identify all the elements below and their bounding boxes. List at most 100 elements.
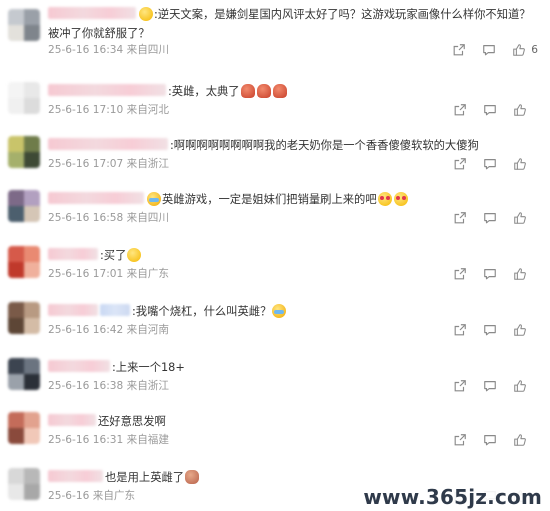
share-icon[interactable]	[451, 42, 467, 58]
username[interactable]	[48, 7, 136, 19]
brown-bag-emoji-icon	[185, 470, 200, 484]
username[interactable]	[48, 470, 103, 482]
share-icon[interactable]	[452, 102, 468, 118]
comment-text: 英雌游戏，一定是姐妹们把销量刷上来的吧	[48, 190, 536, 209]
comment-actions	[438, 210, 538, 226]
avatar[interactable]	[8, 136, 40, 168]
comment-actions	[438, 102, 538, 118]
comment-body: 还好意思发啊	[98, 415, 166, 428]
comment-actions	[438, 156, 538, 172]
comment-actions	[438, 432, 538, 448]
avatar[interactable]	[8, 9, 40, 41]
comment-icon[interactable]	[482, 210, 498, 226]
comment-item: 英雌游戏，一定是姐妹们把销量刷上来的吧 25-6-16 16:58 来自四川	[0, 186, 550, 242]
username-suffix[interactable]	[100, 304, 130, 316]
share-icon[interactable]	[452, 210, 468, 226]
timestamp: 25-6-16 16:38	[48, 380, 124, 392]
comment-meta: 25-6-16 16:31 来自福建	[48, 433, 169, 447]
avatar[interactable]	[8, 468, 40, 500]
avatar[interactable]	[8, 302, 40, 334]
comment-icon[interactable]	[481, 42, 497, 58]
location: 来自浙江	[126, 158, 169, 170]
username[interactable]	[48, 304, 98, 316]
comment-body: :上来一个18+	[112, 361, 185, 374]
username[interactable]	[48, 414, 96, 426]
yellow-flower-emoji-icon	[139, 7, 153, 21]
like-count: 6	[531, 44, 538, 56]
comment-actions	[438, 322, 538, 338]
like-icon[interactable]	[512, 322, 528, 338]
heart-eyes-emoji-icon	[393, 192, 408, 206]
red-face-emoji-icon	[272, 84, 287, 98]
share-icon[interactable]	[452, 322, 468, 338]
comment-text: 还好意思发啊	[48, 412, 536, 431]
red-face-emoji-icon	[240, 84, 255, 98]
red-face-emoji-icon	[256, 84, 271, 98]
comment-icon[interactable]	[482, 432, 498, 448]
share-icon[interactable]	[452, 432, 468, 448]
comment-body: :英雌，太典了	[168, 85, 240, 98]
comment-text: :我嘴个烧杠，什么叫英雌？	[48, 302, 536, 321]
comment-text: :逆天文案，是嫌剑星国内风评太好了吗？这游戏玩家画像什么样你不知道？被冲了你就舒…	[48, 5, 536, 43]
crying-emoji-icon	[147, 192, 161, 206]
timestamp: 25-6-16 17:01	[48, 268, 124, 280]
location: 来自四川	[126, 212, 169, 224]
share-icon[interactable]	[452, 156, 468, 172]
comment-actions	[438, 378, 538, 394]
like-icon[interactable]	[512, 432, 528, 448]
comment-item: :逆天文案，是嫌剑星国内风评太好了吗？这游戏玩家画像什么样你不知道？被冲了你就舒…	[0, 5, 550, 61]
comment-icon[interactable]	[482, 378, 498, 394]
username[interactable]	[48, 84, 166, 96]
like-icon[interactable]	[512, 102, 528, 118]
comment-item: :我嘴个烧杠，什么叫英雌？ 25-6-16 16:42 来自河南	[0, 298, 550, 354]
like-icon[interactable]	[512, 378, 528, 394]
avatar[interactable]	[8, 246, 40, 278]
timestamp: 25-6-16 16:42	[48, 324, 124, 336]
timestamp: 25-6-16	[48, 490, 90, 502]
location: 来自四川	[126, 44, 169, 56]
like-icon[interactable]	[512, 156, 528, 172]
comment-icon[interactable]	[482, 322, 498, 338]
heart-eyes-emoji-icon	[377, 192, 392, 206]
share-icon[interactable]	[452, 378, 468, 394]
comment-text: :英雌，太典了	[48, 82, 536, 101]
comment-meta: 25-6-16 17:01 来自广东	[48, 267, 169, 281]
location: 来自广东	[126, 268, 169, 280]
avatar[interactable]	[8, 190, 40, 222]
username[interactable]	[48, 192, 144, 204]
avatar[interactable]	[8, 82, 40, 114]
comment-meta: 25-6-16 16:38 来自浙江	[48, 379, 169, 393]
comment-item: :买了 25-6-16 17:01 来自广东	[0, 242, 550, 298]
comment-icon[interactable]	[482, 266, 498, 282]
username[interactable]	[48, 248, 98, 260]
like-icon[interactable]	[511, 42, 527, 58]
comment-body: 英雌游戏，一定是姐妹们把销量刷上来的吧	[162, 193, 377, 206]
comment-item: 还好意思发啊 25-6-16 16:31 来自福建	[0, 408, 550, 464]
comment-icon[interactable]	[482, 156, 498, 172]
share-icon[interactable]	[452, 266, 468, 282]
comment-actions	[438, 266, 538, 282]
comment-meta: 25-6-16 17:10 来自河北	[48, 103, 169, 117]
comment-icon[interactable]	[482, 102, 498, 118]
avatar[interactable]	[8, 358, 40, 390]
avatar[interactable]	[8, 412, 40, 444]
timestamp: 25-6-16 16:31	[48, 434, 124, 446]
comment-meta: 25-6-16 来自广东	[48, 489, 135, 503]
crying-emoji-icon	[272, 304, 287, 318]
comment-body: :啊啊啊啊啊啊啊啊我的老天奶你是一个香香傻傻软软的大傻狗	[170, 139, 479, 152]
comment-meta: 25-6-16 16:34 来自四川	[48, 43, 169, 57]
username[interactable]	[48, 360, 110, 372]
comment-text: :啊啊啊啊啊啊啊啊我的老天奶你是一个香香傻傻软软的大傻狗	[48, 136, 536, 155]
comment-meta: 25-6-16 17:07 来自浙江	[48, 157, 169, 171]
watermark: www.365jz.com	[363, 485, 542, 509]
comment-meta: 25-6-16 16:58 来自四川	[48, 211, 169, 225]
location: 来自河南	[126, 324, 169, 336]
location: 来自广东	[92, 490, 136, 502]
comment-body: :买了	[100, 249, 127, 262]
timestamp: 25-6-16 17:07	[48, 158, 124, 170]
username[interactable]	[48, 138, 168, 150]
like-icon[interactable]	[512, 266, 528, 282]
timestamp: 25-6-16 17:10	[48, 104, 124, 116]
comment-item: :啊啊啊啊啊啊啊啊我的老天奶你是一个香香傻傻软软的大傻狗 25-6-16 17:0…	[0, 132, 550, 188]
like-icon[interactable]	[512, 210, 528, 226]
